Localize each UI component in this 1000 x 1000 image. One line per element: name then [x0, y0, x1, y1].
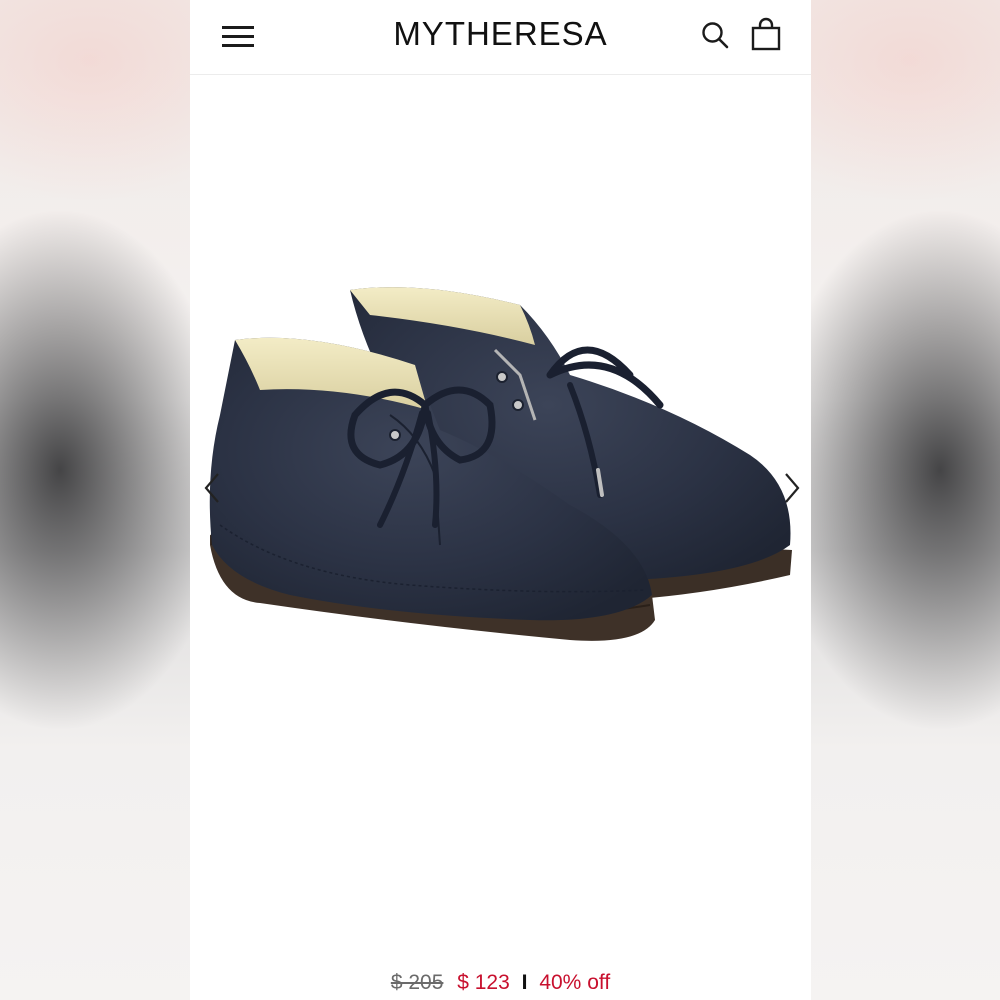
- search-button[interactable]: [700, 20, 730, 50]
- price-row: $ 205 $ 123 I 40% off: [190, 968, 811, 998]
- next-image-button[interactable]: [778, 470, 804, 506]
- search-icon: [702, 22, 729, 49]
- product-page: MYTHERESA $ 205 $ 123 I 40% off: [190, 0, 811, 1000]
- sale-price: $ 123: [457, 971, 510, 994]
- shopping-bag-icon: [751, 17, 781, 51]
- original-price: $ 205: [390, 971, 444, 994]
- product-image: [209, 287, 792, 641]
- site-header: MYTHERESA: [190, 0, 811, 75]
- discount-label: 40% off: [539, 971, 611, 994]
- chevron-right-icon: [785, 473, 800, 503]
- chevron-left-icon: [204, 473, 219, 503]
- price-separator: I: [521, 971, 528, 994]
- shopping-bag-button[interactable]: [750, 17, 782, 51]
- product-gallery[interactable]: [190, 75, 811, 955]
- previous-image-button[interactable]: [200, 470, 226, 506]
